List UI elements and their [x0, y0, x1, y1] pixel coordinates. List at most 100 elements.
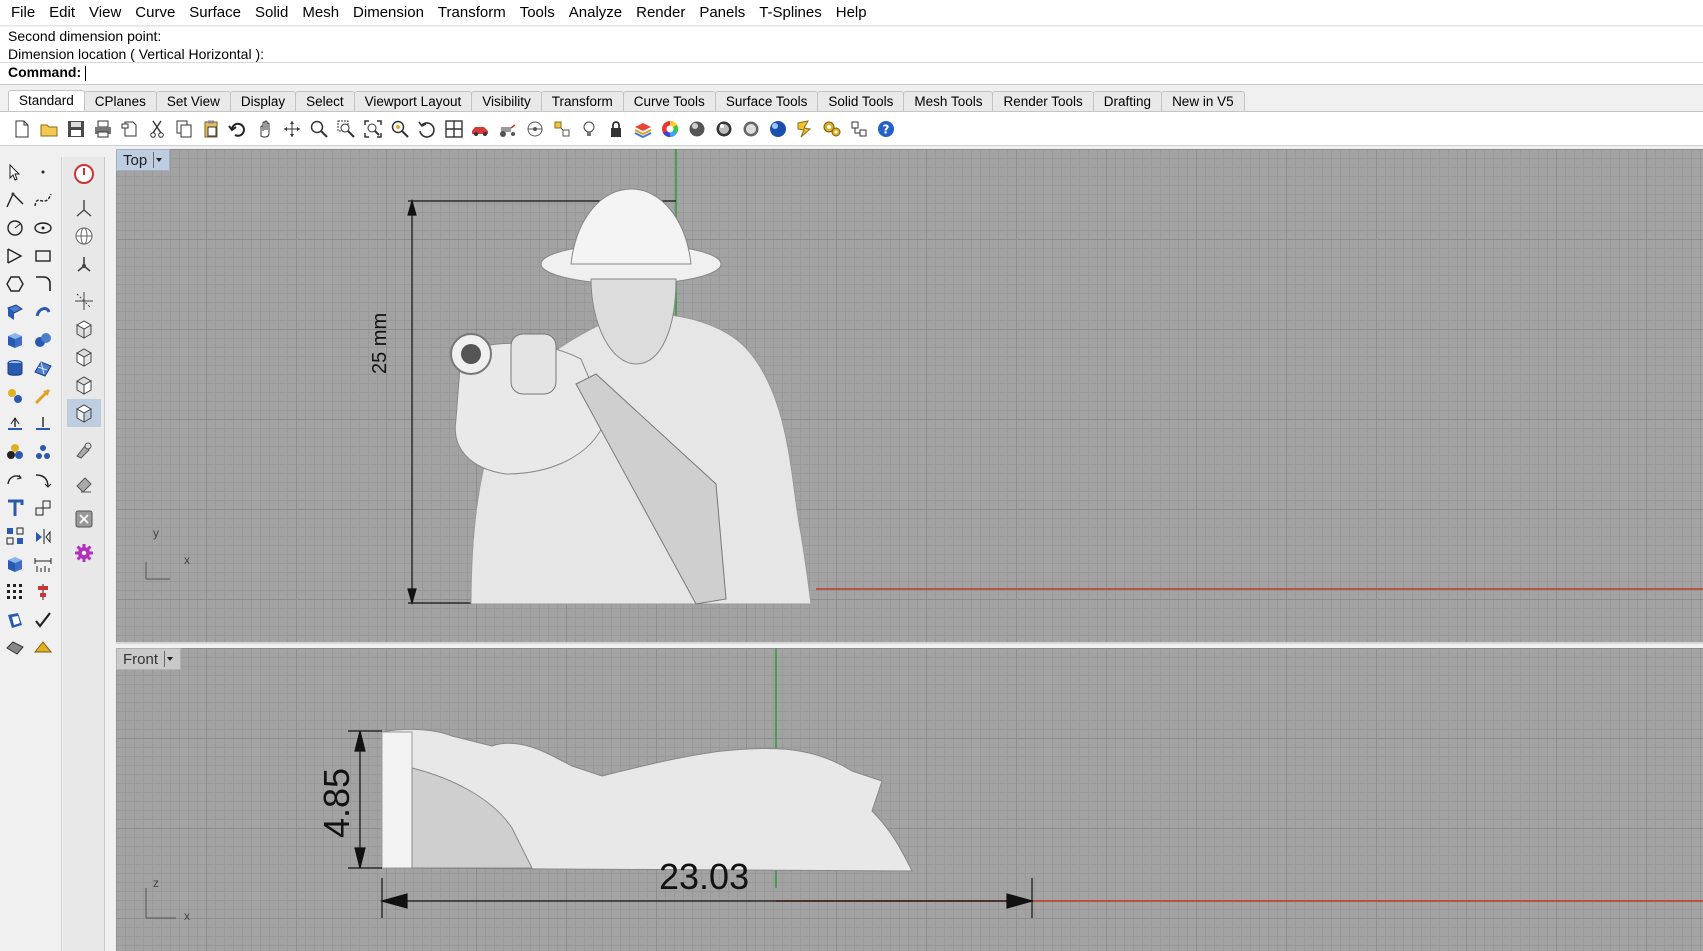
- menu-curve[interactable]: Curve: [128, 0, 182, 26]
- print-icon[interactable]: [89, 115, 116, 142]
- dimension-icon[interactable]: [845, 115, 872, 142]
- fillet-icon[interactable]: [31, 272, 55, 296]
- tab-standard[interactable]: Standard: [8, 90, 85, 111]
- polygon-icon[interactable]: [3, 272, 27, 296]
- rotate-camera-icon[interactable]: [67, 471, 101, 499]
- paste-icon[interactable]: [197, 115, 224, 142]
- arc-icon[interactable]: [3, 244, 27, 268]
- command-input[interactable]: [85, 65, 87, 81]
- tab-display[interactable]: Display: [229, 91, 297, 111]
- extrude-icon[interactable]: [31, 300, 55, 324]
- tractor-icon[interactable]: [494, 115, 521, 142]
- tab-visibility[interactable]: Visibility: [471, 91, 542, 111]
- front-viewport[interactable]: Front 4.85 23.03 z x: [116, 648, 1703, 951]
- menu-dimension[interactable]: Dimension: [346, 0, 431, 26]
- zoom-window-icon[interactable]: [332, 115, 359, 142]
- grid-snap-icon[interactable]: [548, 115, 575, 142]
- import-icon[interactable]: [116, 115, 143, 142]
- view-front-icon[interactable]: [67, 343, 101, 371]
- scale-icon[interactable]: [31, 496, 55, 520]
- menu-view[interactable]: View: [82, 0, 128, 26]
- view-perspective-icon[interactable]: [67, 399, 101, 427]
- split-icon[interactable]: [3, 412, 27, 436]
- tab-viewport-layout[interactable]: Viewport Layout: [353, 91, 473, 111]
- mirror-icon[interactable]: [31, 524, 55, 548]
- cplane-icon[interactable]: [521, 115, 548, 142]
- power-icon[interactable]: [67, 160, 101, 188]
- tab-render-tools[interactable]: Render Tools: [992, 91, 1094, 111]
- array-icon[interactable]: [3, 524, 27, 548]
- pan-camera-icon[interactable]: [67, 437, 101, 465]
- dimension-linear-icon[interactable]: [31, 552, 55, 576]
- align-icon[interactable]: [31, 580, 55, 604]
- boolean-union-icon[interactable]: [31, 328, 55, 352]
- cplane-world-icon[interactable]: [67, 287, 101, 315]
- render-mesh-icon[interactable]: [3, 636, 27, 660]
- menu-t-splines[interactable]: T-Splines: [752, 0, 829, 26]
- globe-icon[interactable]: [67, 222, 101, 250]
- relief-figure[interactable]: [450, 188, 812, 605]
- pan-icon[interactable]: [251, 115, 278, 142]
- group-icon[interactable]: [3, 440, 27, 464]
- new-icon[interactable]: [8, 115, 35, 142]
- render-material-icon[interactable]: [31, 636, 55, 660]
- shaded-icon[interactable]: [683, 115, 710, 142]
- relief-profile[interactable]: [381, 728, 913, 872]
- offset-icon[interactable]: [3, 468, 27, 492]
- menu-transform[interactable]: Transform: [431, 0, 513, 26]
- open-icon[interactable]: [35, 115, 62, 142]
- tab-solid-tools[interactable]: Solid Tools: [817, 91, 905, 111]
- zoom-icon[interactable]: [305, 115, 332, 142]
- rectangle-icon[interactable]: [31, 244, 55, 268]
- cplane-3-point-icon[interactable]: [67, 250, 101, 278]
- render-sphere-icon[interactable]: [764, 115, 791, 142]
- view-right-icon[interactable]: [67, 371, 101, 399]
- surface-icon[interactable]: [3, 300, 27, 324]
- rendered-icon[interactable]: [710, 115, 737, 142]
- zoom-extents-icon[interactable]: [359, 115, 386, 142]
- menu-tools[interactable]: Tools: [513, 0, 562, 26]
- menu-help[interactable]: Help: [829, 0, 874, 26]
- command-line[interactable]: Command:: [0, 62, 1703, 82]
- ghosted-icon[interactable]: [737, 115, 764, 142]
- tab-new-in-v5[interactable]: New in V5: [1161, 91, 1245, 111]
- tab-curve-tools[interactable]: Curve Tools: [622, 91, 716, 111]
- menu-render[interactable]: Render: [629, 0, 692, 26]
- copy-icon[interactable]: [170, 115, 197, 142]
- circle-icon[interactable]: [3, 216, 27, 240]
- box-icon[interactable]: [3, 328, 27, 352]
- check-icon[interactable]: [31, 608, 55, 632]
- menu-surface[interactable]: Surface: [182, 0, 248, 26]
- explode-icon[interactable]: [31, 440, 55, 464]
- menu-analyze[interactable]: Analyze: [562, 0, 629, 26]
- lock-icon[interactable]: [602, 115, 629, 142]
- viewport-title-front[interactable]: Front: [116, 648, 182, 670]
- ellipse-icon[interactable]: [31, 216, 55, 240]
- tab-surface-tools[interactable]: Surface Tools: [714, 91, 819, 111]
- curve-icon[interactable]: [31, 188, 55, 212]
- color-wheel-icon[interactable]: [656, 115, 683, 142]
- solid-edit-icon[interactable]: [3, 552, 27, 576]
- grid-array-icon[interactable]: [3, 580, 27, 604]
- gear-icon[interactable]: [67, 539, 101, 567]
- undo-icon[interactable]: [224, 115, 251, 142]
- menu-file[interactable]: File: [4, 0, 42, 26]
- tab-drafting[interactable]: Drafting: [1092, 91, 1163, 111]
- lightbulb-icon[interactable]: [575, 115, 602, 142]
- lasso-icon[interactable]: [791, 115, 818, 142]
- chevron-down-icon[interactable]: [153, 152, 163, 168]
- polyline-icon[interactable]: [3, 188, 27, 212]
- mesh-icon[interactable]: [31, 356, 55, 380]
- top-viewport[interactable]: Top 25 mm y x: [116, 149, 1703, 644]
- text-icon[interactable]: [3, 496, 27, 520]
- gumball-icon[interactable]: [3, 384, 27, 408]
- tab-select[interactable]: Select: [295, 91, 355, 111]
- viewport-title-top[interactable]: Top: [116, 149, 171, 171]
- undo-view-icon[interactable]: [413, 115, 440, 142]
- rotate-view-icon[interactable]: [278, 115, 305, 142]
- tab-mesh-tools[interactable]: Mesh Tools: [903, 91, 994, 111]
- cplane-origin-icon[interactable]: [67, 194, 101, 222]
- view-top-icon[interactable]: [67, 315, 101, 343]
- close-viewport-icon[interactable]: [67, 505, 101, 533]
- tab-set-view[interactable]: Set View: [155, 91, 231, 111]
